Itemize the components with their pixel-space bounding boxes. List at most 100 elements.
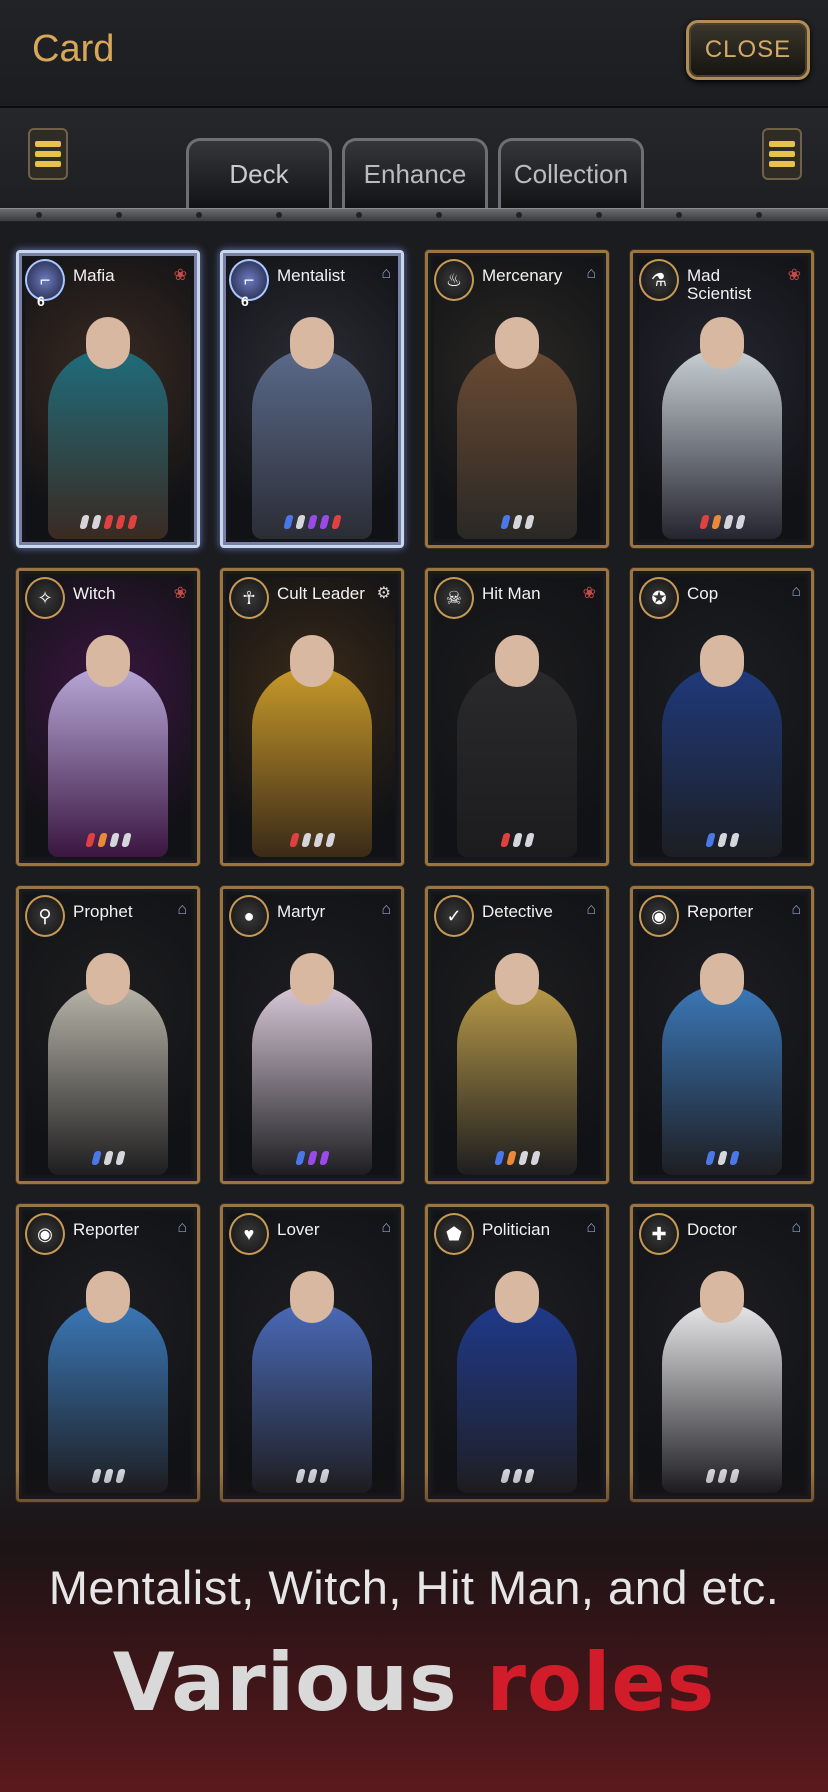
character-figure	[48, 1303, 168, 1493]
tab-deck[interactable]: Deck	[186, 138, 332, 208]
gun-icon: ⌐	[25, 259, 65, 301]
role-name: Mentalist	[277, 266, 346, 285]
card-level: 6	[37, 293, 45, 309]
role-card-mafia[interactable]: ⌐ 6 Mafia ❀	[16, 250, 200, 548]
role-card-detective[interactable]: ✓ Detective ⌂	[425, 886, 609, 1184]
character-head	[290, 953, 334, 1005]
grade-pip-red	[114, 515, 126, 529]
character-figure	[662, 667, 782, 857]
role-card-martyr[interactable]: ● Martyr ⌂	[220, 886, 404, 1184]
role-card-hit-man[interactable]: ☠ Hit Man ❀	[425, 568, 609, 866]
card-art	[639, 895, 805, 1175]
card-grade-pips	[223, 833, 401, 847]
grade-pip-blue	[728, 1151, 740, 1165]
role-card-lover[interactable]: ♥ Lover ⌂	[220, 1204, 404, 1502]
card-art	[25, 577, 191, 857]
card-grade-pips	[223, 515, 401, 529]
camera-icon: ◉	[25, 1213, 65, 1255]
grade-pip-blue	[282, 515, 294, 529]
citizen-faction-icon: ⌂	[177, 901, 187, 918]
role-card-prophet[interactable]: ⚲ Prophet ⌂	[16, 886, 200, 1184]
character-figure	[662, 349, 782, 539]
rail-rivet	[676, 212, 682, 218]
character-head	[700, 317, 744, 369]
citizen-faction-icon: ⌂	[177, 1219, 187, 1236]
grade-pip-white	[716, 833, 728, 847]
right-menu-icon[interactable]	[762, 128, 802, 180]
role-card-mercenary[interactable]: ♨ Mercenary ⌂	[425, 250, 609, 548]
close-button[interactable]: CLOSE	[686, 20, 810, 80]
grade-pip-orange	[505, 1151, 517, 1165]
rail-rivet	[196, 212, 202, 218]
role-name: Hit Man	[482, 584, 541, 603]
grade-pip-white	[523, 515, 535, 529]
card-grade-pips	[428, 515, 606, 529]
character-figure	[252, 349, 372, 539]
character-head	[495, 635, 539, 687]
card-grade-pips	[19, 515, 197, 529]
role-card-mentalist[interactable]: ⌐ 6 Mentalist ⌂	[220, 250, 404, 548]
grade-pip-blue	[499, 515, 511, 529]
fire-icon: ♨	[434, 259, 474, 301]
grade-pip-blue	[704, 833, 716, 847]
tab-rail-divider	[0, 208, 828, 222]
role-card-reporter[interactable]: ◉ Reporter ⌂	[16, 1204, 200, 1502]
rail-rivet	[436, 212, 442, 218]
heart-icon: ♥	[229, 1213, 269, 1255]
promo-overlay	[0, 1470, 828, 1792]
character-figure	[457, 985, 577, 1175]
rail-rivet	[356, 212, 362, 218]
tab-collection[interactable]: Collection	[498, 138, 644, 208]
character-figure	[48, 349, 168, 539]
card-grade-pips	[633, 1151, 811, 1165]
tab-enhance[interactable]: Enhance	[342, 138, 488, 208]
card-art	[25, 1213, 191, 1493]
character-figure	[48, 985, 168, 1175]
role-name: Reporter	[73, 1220, 140, 1239]
card-art	[639, 1213, 805, 1493]
rail-rivet	[596, 212, 602, 218]
grade-pip-white	[511, 833, 523, 847]
grade-pip-white	[300, 833, 312, 847]
grade-pip-white	[716, 1151, 728, 1165]
role-name: Politician	[482, 1220, 551, 1239]
character-head	[700, 953, 744, 1005]
grade-pip-blue	[294, 1151, 306, 1165]
character-head	[495, 317, 539, 369]
role-card-reporter[interactable]: ◉ Reporter ⌂	[630, 886, 814, 1184]
role-name: Prophet	[73, 902, 133, 921]
grade-pip-white	[294, 515, 306, 529]
card-art	[25, 895, 191, 1175]
citizen-faction-icon: ⌂	[791, 1219, 801, 1236]
role-card-cop[interactable]: ✪ Cop ⌂	[630, 568, 814, 866]
role-card-mad-scientist[interactable]: ⚗ Mad Scientist ❀	[630, 250, 814, 548]
grade-pip-white	[511, 515, 523, 529]
grade-pip-red	[126, 515, 138, 529]
badge-icon: ✪	[639, 577, 679, 619]
role-card-cult-leader[interactable]: ☥ Cult Leader ⚙	[220, 568, 404, 866]
character-head	[86, 953, 130, 1005]
role-name: Reporter	[687, 902, 754, 921]
grade-pip-white	[108, 833, 120, 847]
role-name: Detective	[482, 902, 553, 921]
role-name: Cop	[687, 584, 719, 603]
character-head	[700, 1271, 744, 1323]
role-card-doctor[interactable]: ✚ Doctor ⌂	[630, 1204, 814, 1502]
mafia-faction-icon: ❀	[173, 267, 187, 284]
gun-icon: ⌐	[229, 259, 269, 301]
mafia-faction-icon: ❀	[173, 585, 187, 602]
bomb-icon: ●	[229, 895, 269, 937]
card-art	[229, 577, 395, 857]
role-card-politician[interactable]: ⬟ Politician ⌂	[425, 1204, 609, 1502]
grade-pip-red	[84, 833, 96, 847]
character-head	[290, 635, 334, 687]
grade-pip-white	[324, 833, 336, 847]
role-card-witch[interactable]: ✧ Witch ❀	[16, 568, 200, 866]
character-head	[290, 317, 334, 369]
grade-pip-white	[722, 515, 734, 529]
left-menu-icon[interactable]	[28, 128, 68, 180]
card-art	[434, 259, 600, 539]
pipe-icon: ✓	[434, 895, 474, 937]
cross-icon: ✚	[639, 1213, 679, 1255]
grade-pip-blue	[704, 1151, 716, 1165]
